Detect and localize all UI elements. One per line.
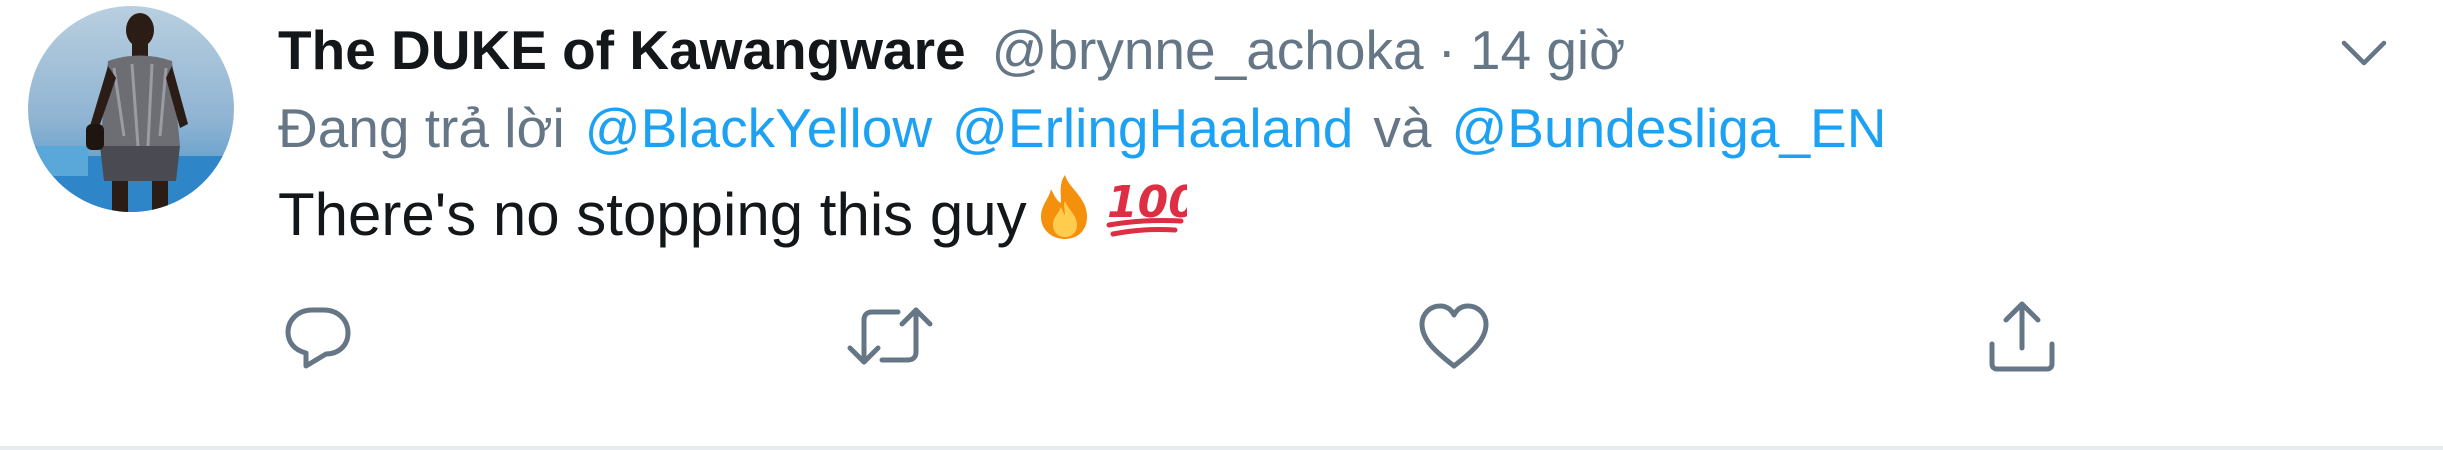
mention-erlinghaaland[interactable]: @ErlingHaaland xyxy=(952,96,1353,160)
tweet-body: There's no stopping this guy xyxy=(278,180,1027,248)
timestamp[interactable]: 14 giờ xyxy=(1470,18,1625,82)
mention-bundesliga-en[interactable]: @Bundesliga_EN xyxy=(1451,96,1886,160)
share-icon[interactable] xyxy=(1982,296,2062,376)
tweet-actions xyxy=(278,296,2078,376)
mention-blackyellow[interactable]: @BlackYellow xyxy=(585,96,932,160)
tweet-header: The DUKE of Kawangware @brynne_achoka · … xyxy=(278,12,1625,88)
heart-icon[interactable] xyxy=(1414,296,1494,376)
chevron-down-icon[interactable] xyxy=(2329,18,2399,88)
user-handle[interactable]: @brynne_achoka xyxy=(992,18,1424,82)
replying-prefix: Đang trả lời xyxy=(278,97,565,159)
mention-conjunction: và xyxy=(1373,97,1432,159)
display-name[interactable]: The DUKE of Kawangware xyxy=(278,18,966,82)
tweet-card[interactable]: The DUKE of Kawangware @brynne_achoka · … xyxy=(0,0,2443,450)
tweet-text: There's no stopping this guy 100 xyxy=(278,171,1198,257)
avatar[interactable] xyxy=(28,6,234,212)
retweet-icon[interactable] xyxy=(840,296,940,376)
replying-to: Đang trả lời @BlackYellow @ErlingHaaland… xyxy=(278,90,1886,166)
tweet-divider xyxy=(0,446,2443,450)
separator-dot: · xyxy=(1437,19,1456,81)
fire-emoji xyxy=(1029,171,1101,257)
reply-icon[interactable] xyxy=(278,296,358,376)
hundred-points-emoji: 100 xyxy=(1103,171,1198,257)
